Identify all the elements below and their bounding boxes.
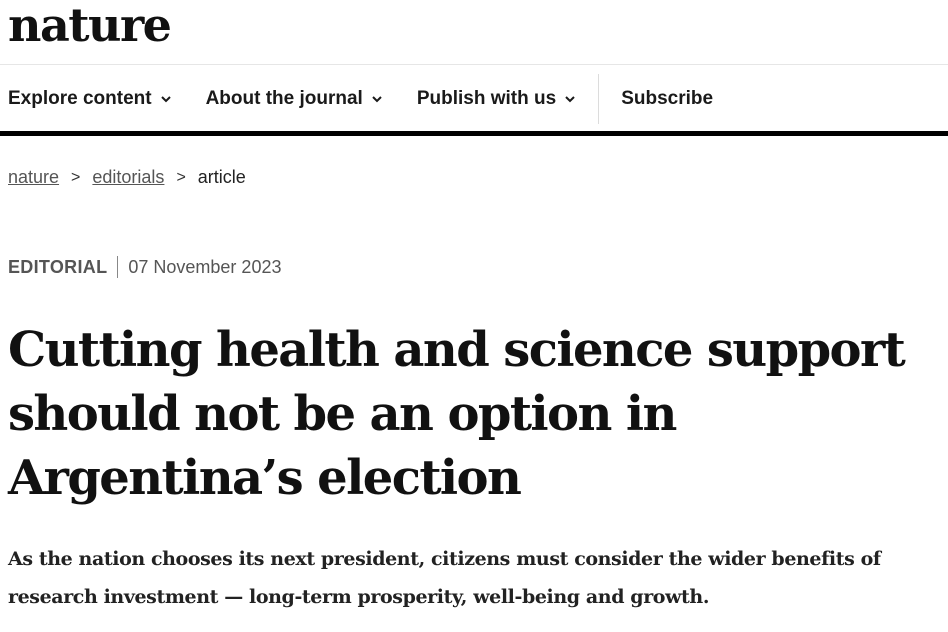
article-title: Cutting health and science support shoul…	[8, 322, 906, 506]
breadcrumb: nature > editorials > article	[8, 167, 246, 188]
chevron-down-icon	[372, 96, 382, 103]
breadcrumb-current: article	[197, 167, 246, 187]
nav-publish-with-us-label: Publish with us	[416, 88, 557, 109]
article-meta: EDITORIAL 07 November 2023	[8, 256, 281, 278]
breadcrumb-separator: >	[176, 168, 186, 186]
article-date: 07 November 2023	[128, 256, 282, 277]
nav-publish-with-us[interactable]: Publish with us	[417, 88, 576, 110]
nature-logo[interactable]: nature	[8, 0, 172, 52]
article-standfirst: As the nation chooses its next president…	[8, 548, 881, 608]
nav-subscribe[interactable]: Subscribe	[621, 88, 713, 110]
article-type: EDITORIAL	[8, 256, 108, 277]
site-header: nature	[0, 0, 948, 65]
nav-about-the-journal-label: About the journal	[205, 88, 363, 109]
nav-about-the-journal[interactable]: About the journal	[206, 88, 383, 110]
chevron-down-icon	[160, 96, 171, 103]
breadcrumb-link-editorials[interactable]: editorials	[92, 167, 164, 188]
nav-divider	[598, 74, 600, 124]
breadcrumb-separator: >	[71, 168, 81, 186]
nav-explore-content-label: Explore content	[8, 88, 152, 109]
nav-bottom-rule	[0, 131, 948, 136]
breadcrumb-link-nature[interactable]: nature	[8, 167, 59, 188]
nav-subscribe-label: Subscribe	[621, 88, 714, 109]
main-nav: Explore content About the journal Publis…	[0, 66, 948, 132]
nav-explore-content[interactable]: Explore content	[8, 88, 172, 110]
chevron-down-icon	[565, 96, 575, 103]
meta-divider	[117, 256, 119, 278]
